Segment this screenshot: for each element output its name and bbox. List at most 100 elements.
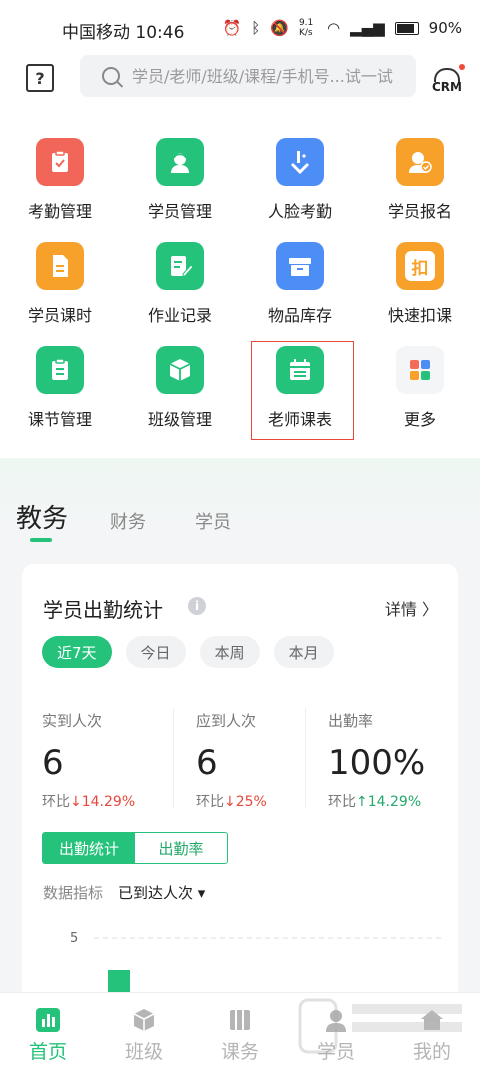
tab-finance[interactable]: 财务: [110, 508, 146, 534]
grid-item-classes[interactable]: 班级管理: [120, 326, 240, 430]
segment-attendance-stats[interactable]: 出勤统计: [43, 833, 135, 863]
segment-attendance-rate[interactable]: 出勤率: [135, 833, 227, 863]
cube-icon: [156, 346, 204, 394]
stat-compare: 环比↓14.29%: [42, 794, 136, 810]
help-icon: ?: [35, 68, 45, 88]
attendance-card: 学员出勤统计 i 详情 〉 近7天 今日 本周 本月 实到人次 6 环比↓14.…: [22, 564, 458, 1004]
stat-value: 6: [196, 743, 218, 783]
grid-item-label: 作业记录: [147, 306, 212, 325]
battery-percent: 90%: [428, 19, 462, 37]
grid-item-lessons[interactable]: 课节管理: [0, 326, 120, 430]
chart-segment-control: 出勤统计 出勤率: [42, 832, 228, 864]
dashboard-panel: 教务 财务 学员 学员出勤统计 i 详情 〉 近7天 今日 本周 本月 实到人次…: [0, 458, 480, 1004]
grid-item-label: 人脸考勤: [267, 202, 332, 221]
grid-item-label: 考勤管理: [27, 202, 92, 221]
tab-bar: 教务 财务 学员: [0, 458, 480, 548]
crm-button[interactable]: CRM: [432, 64, 465, 94]
search-bar[interactable]: [80, 55, 416, 97]
document-icon: [36, 242, 84, 290]
stat-label: 应到人次: [196, 712, 257, 730]
metric-label: 数据指标: [43, 884, 104, 902]
nav-label: 首页: [28, 1041, 67, 1063]
grid-item-label: 学员课时: [27, 306, 92, 325]
down-arrow-icon: ↓: [224, 794, 236, 810]
detail-link[interactable]: 详情 〉: [385, 596, 438, 620]
nav-classes[interactable]: 班级: [96, 1001, 192, 1064]
tab-indicator: [30, 538, 52, 542]
wifi-icon: ◠: [326, 19, 341, 37]
chip-month[interactable]: 本月: [273, 636, 334, 668]
help-button[interactable]: ?: [26, 64, 54, 92]
period-chips: 近7天 今日 本周 本月: [42, 636, 334, 668]
y-tick-label: 5: [70, 932, 78, 946]
grid-item-label: 班级管理: [147, 410, 212, 429]
stat-label: 出勤率: [328, 712, 374, 730]
function-grid: 考勤管理 学员管理 人脸考勤 学员报名 学员课时 作业记录 物品库存 扣 快速扣…: [0, 118, 480, 458]
grid-item-homework[interactable]: 作业记录: [120, 222, 240, 326]
grid-item-student-management[interactable]: 学员管理: [120, 118, 240, 222]
grid-item-label: 物品库存: [267, 306, 332, 325]
nav-courses[interactable]: 课务: [192, 1001, 288, 1064]
divider: [173, 708, 174, 808]
chip-7-days[interactable]: 近7天: [42, 636, 112, 668]
crm-label: CRM: [432, 80, 462, 94]
stat-rate: 出勤率 100% 环比↑14.29%: [328, 710, 458, 811]
home-chart-icon: [35, 1007, 61, 1033]
grid-item-enroll[interactable]: 学员报名: [360, 118, 480, 222]
search-input[interactable]: [130, 65, 404, 87]
face-check-icon: [276, 138, 324, 186]
grid-item-student-hours[interactable]: 学员课时: [0, 222, 120, 326]
stat-compare: 环比↑14.29%: [328, 794, 422, 810]
clipboard-check-icon: [36, 138, 84, 186]
stat-expected: 应到人次 6 环比↓25%: [196, 710, 326, 811]
alarm-icon: ⏰: [222, 19, 242, 37]
notification-dot: [459, 64, 465, 70]
book-icon: [227, 1007, 253, 1033]
stat-label: 实到人次: [42, 712, 103, 730]
up-arrow-icon: ↑: [356, 794, 368, 810]
highlight-box: [251, 341, 354, 440]
deduct-glyph: 扣: [405, 251, 435, 281]
box-icon: [276, 242, 324, 290]
info-icon[interactable]: i: [188, 597, 206, 615]
signal-icon: ▂▄▆: [350, 19, 385, 37]
stat-value: 100%: [328, 743, 426, 783]
grid-item-face-attendance[interactable]: 人脸考勤: [240, 118, 360, 222]
carrier-time: 中国移动 10:46: [62, 23, 185, 43]
grid-item-label: 课节管理: [27, 410, 92, 429]
grid-item-label: 快速扣课: [387, 306, 452, 325]
card-title: 学员出勤统计: [43, 598, 163, 622]
stat-compare: 环比↓25%: [196, 794, 267, 810]
nav-label: 班级: [124, 1041, 163, 1063]
net-speed: 9.1 K/s: [298, 18, 314, 38]
student-icon: [156, 138, 204, 186]
more-apps-icon: [396, 346, 444, 394]
tab-academic[interactable]: 教务: [16, 498, 68, 535]
chip-week[interactable]: 本周: [199, 636, 260, 668]
grid-item-label: 学员管理: [147, 202, 212, 221]
nav-label: 课务: [220, 1041, 259, 1063]
homework-icon: [156, 242, 204, 290]
status-icons: ⏰ ᛒ 🔕 9.1 K/s ◠ ▂▄▆ 90%: [223, 18, 462, 38]
chip-today[interactable]: 今日: [125, 636, 186, 668]
status-bar: 中国移动 10:46 ⏰ ᛒ 🔕 9.1 K/s ◠ ▂▄▆ 90%: [0, 0, 480, 58]
grid-item-inventory[interactable]: 物品库存: [240, 222, 360, 326]
enroll-icon: [396, 138, 444, 186]
search-icon: [102, 67, 120, 85]
down-arrow-icon: ↓: [70, 794, 82, 810]
grid-item-more[interactable]: 更多: [360, 326, 480, 430]
grid-item-label: 更多: [403, 410, 436, 429]
battery-icon: [394, 21, 419, 35]
mute-icon: 🔕: [270, 19, 289, 37]
metric-dropdown[interactable]: 已到达人次 ▾: [118, 882, 205, 903]
grid-item-quick-deduct[interactable]: 扣 快速扣课: [360, 222, 480, 326]
tab-students[interactable]: 学员: [195, 508, 231, 534]
cube-icon: [131, 1007, 157, 1033]
stat-actual: 实到人次 6 环比↓14.29%: [42, 710, 172, 811]
watermark-logo: [298, 998, 462, 1054]
deduct-icon: 扣: [396, 242, 444, 290]
stat-value: 6: [42, 743, 64, 783]
nav-home[interactable]: 首页: [0, 1001, 96, 1064]
grid-item-attendance[interactable]: 考勤管理: [0, 118, 120, 222]
divider: [305, 708, 306, 808]
